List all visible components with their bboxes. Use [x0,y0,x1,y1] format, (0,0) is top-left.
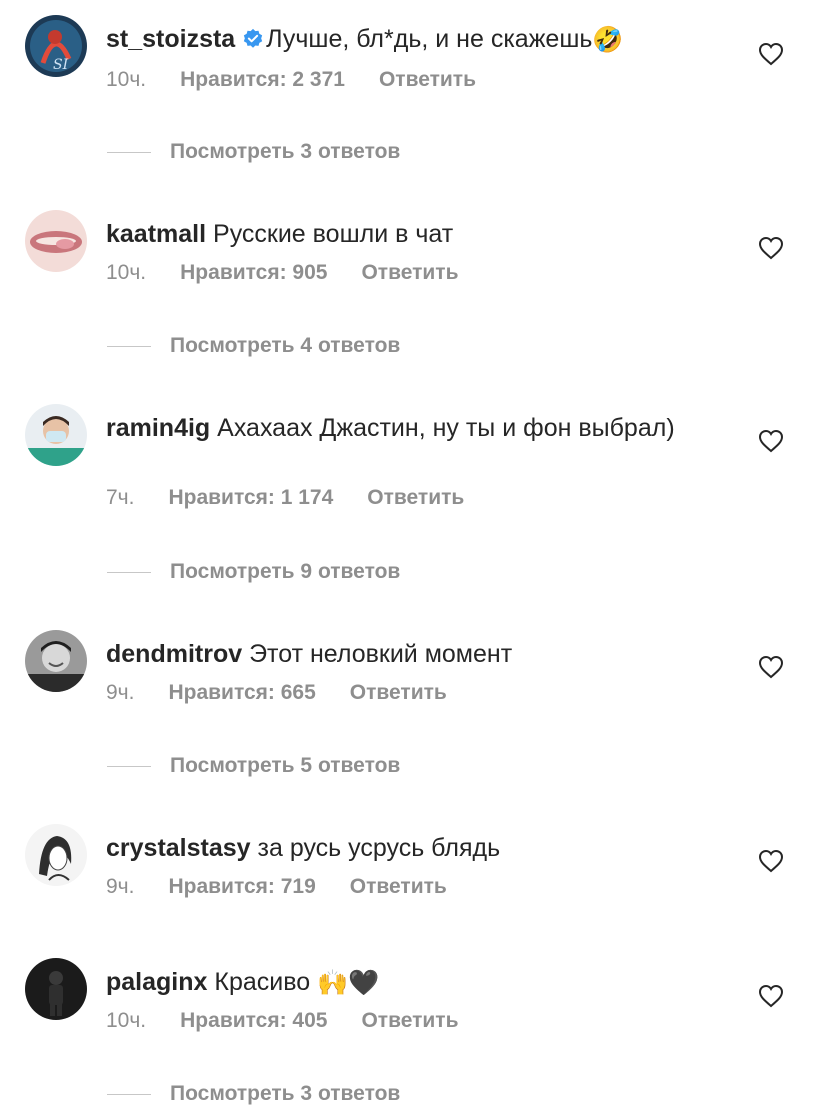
comment-time[interactable]: 9ч. [106,875,134,898]
likes-count[interactable]: Нравится: 405 [180,1009,327,1032]
avatar[interactable]: SI [25,15,87,77]
comment-meta: 10ч. Нравится: 2 371 Ответить [106,67,476,93]
heart-icon[interactable] [758,655,784,679]
username[interactable]: ramin4ig [106,414,210,442]
comment-text: kaatmall Русские вошли в чат [106,218,706,250]
divider-line [107,571,151,573]
divider-line [107,345,151,347]
comment-body: Ахахаах Джастин, ну ты и фон выбрал) [217,414,675,442]
heart-icon[interactable] [758,984,784,1008]
comment-time[interactable]: 10ч. [106,68,146,91]
username[interactable]: st_stoizsta [106,25,235,53]
comment-body: за русь усрусь блядь [257,834,501,862]
divider-line [107,765,151,767]
divider-line [107,151,151,153]
comment-text: crystalstasy за русь усрусь блядь [106,832,706,864]
heart-icon[interactable] [758,849,784,873]
view-replies-button[interactable]: Посмотреть 4 ответов [107,333,400,359]
comment-text: st_stoizsta Лучше, бл*дь, и не скажешь🤣 [106,23,706,56]
comment-text: dendmitrov Этот неловкий момент [106,638,706,670]
likes-count[interactable]: Нравится: 665 [168,681,315,704]
view-replies-button[interactable]: Посмотреть 9 ответов [107,559,400,585]
view-replies-button[interactable]: Посмотреть 3 ответов [107,1081,400,1107]
username[interactable]: kaatmall [106,220,206,248]
comment-body: Красиво [214,968,311,996]
view-replies-label: Посмотреть 5 ответов [170,754,401,777]
view-replies-button[interactable]: Посмотреть 3 ответов [107,139,400,165]
heart-icon[interactable] [758,236,784,260]
comment-body: Этот неловкий момент [249,640,513,668]
comment-time[interactable]: 10ч. [106,1009,146,1032]
view-replies-label: Посмотреть 3 ответов [170,1082,401,1105]
reply-button[interactable]: Ответить [379,68,476,91]
comment-time[interactable]: 10ч. [106,261,146,284]
heart-icon[interactable] [758,429,784,453]
likes-count[interactable]: Нравится: 1 174 [168,486,333,509]
likes-count[interactable]: Нравится: 2 371 [180,68,345,91]
avatar[interactable] [25,404,87,466]
comment-meta: 9ч. Нравится: 719 Ответить [106,874,447,900]
comment-meta: 9ч. Нравится: 665 Ответить [106,680,447,706]
comment-meta: 7ч. Нравится: 1 174 Ответить [106,485,464,511]
reply-button[interactable]: Ответить [361,1009,458,1032]
likes-count[interactable]: Нравится: 905 [180,261,327,284]
view-replies-label: Посмотреть 4 ответов [170,334,401,357]
heart-icon[interactable] [758,42,784,66]
view-replies-label: Посмотреть 9 ответов [170,560,401,583]
avatar[interactable] [25,958,87,1020]
comment-time[interactable]: 9ч. [106,681,134,704]
comment-meta: 10ч. Нравится: 405 Ответить [106,1008,459,1034]
comment-text: ramin4ig Ахахаах Джастин, ну ты и фон вы… [106,412,706,444]
avatar[interactable] [25,824,87,886]
raised-hands-black-heart-icon: 🙌🖤 [317,968,380,997]
svg-text:SI: SI [53,57,69,73]
laughing-emoji-icon: 🤣 [592,25,624,54]
comment-body: Лучше, бл*дь, и не скажешь [266,25,593,53]
avatar[interactable] [25,210,87,272]
username[interactable]: palaginx [106,968,207,996]
verified-badge-icon [244,28,263,48]
reply-button[interactable]: Ответить [361,261,458,284]
reply-button[interactable]: Ответить [367,486,464,509]
username[interactable]: dendmitrov [106,640,242,668]
username[interactable]: crystalstasy [106,834,251,862]
view-replies-label: Посмотреть 3 ответов [170,140,401,163]
view-replies-button[interactable]: Посмотреть 5 ответов [107,753,400,779]
avatar[interactable] [25,630,87,692]
likes-count[interactable]: Нравится: 719 [168,875,315,898]
comment-time[interactable]: 7ч. [106,486,134,509]
reply-button[interactable]: Ответить [350,875,447,898]
divider-line [107,1093,151,1095]
comment-text: palaginx Красиво 🙌🖤 [106,966,706,999]
comment-meta: 10ч. Нравится: 905 Ответить [106,260,459,286]
reply-button[interactable]: Ответить [350,681,447,704]
comment-body: Русские вошли в чат [213,220,454,248]
